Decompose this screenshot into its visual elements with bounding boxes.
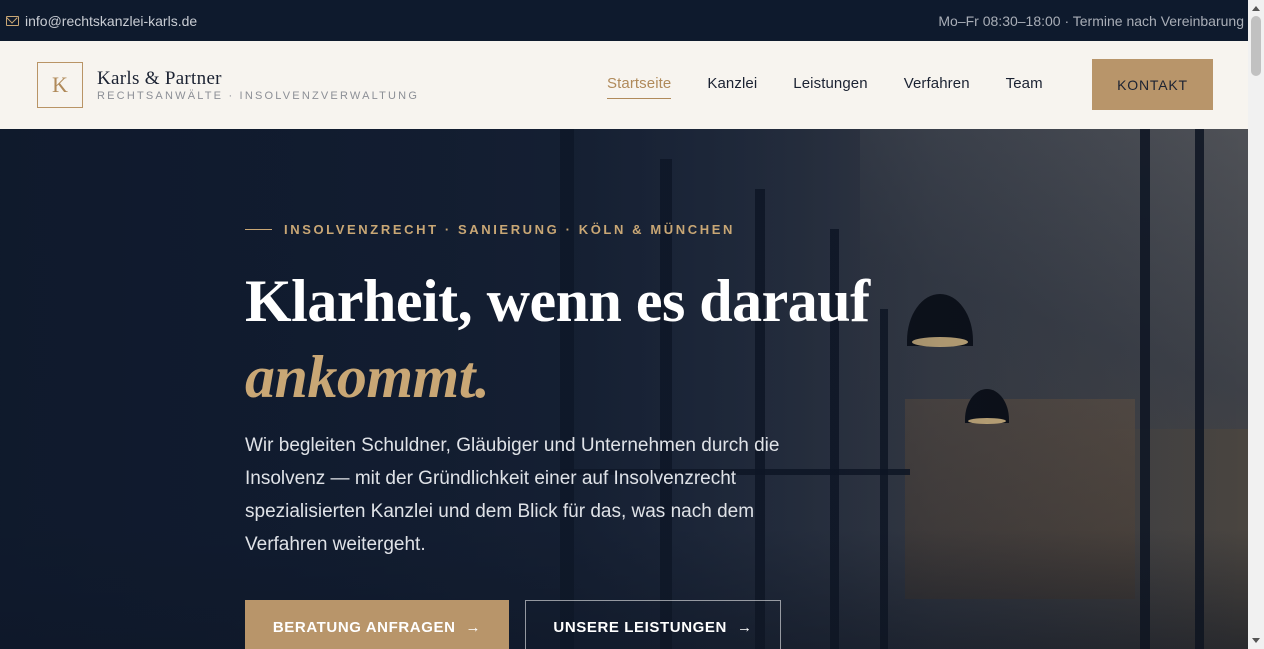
headline-accent: ankommt. — [245, 344, 490, 410]
hero-headline: Klarheit, wenn es darauf ankommt. — [245, 263, 870, 415]
nav-item-team[interactable]: Team — [1006, 75, 1043, 96]
logo-mark[interactable]: K — [37, 62, 83, 108]
firm-name[interactable]: Karls & Partner — [97, 68, 222, 90]
arrow-right-icon: → — [465, 618, 482, 636]
consultation-button-label: BERATUNG ANFRAGEN — [272, 618, 456, 636]
headline-main: Klarheit, wenn es darauf — [245, 268, 870, 334]
hero-section: INSOLVENZRECHT · SANIERUNG · KÖLN & MÜNC… — [0, 129, 1248, 649]
page-scrollbar[interactable] — [1248, 0, 1264, 649]
scroll-up-arrow-icon[interactable] — [1252, 6, 1260, 11]
services-button-label: UNSERE LEISTUNGEN — [553, 618, 727, 636]
eyebrow-text: INSOLVENZRECHT · SANIERUNG · KÖLN & MÜNC… — [284, 222, 735, 237]
office-hours: Mo–Fr 08:30–18:00 · Termine nach Vereinb… — [938, 12, 1244, 29]
firm-tagline: RECHTSANWÄLTE · INSOLVENZVERWALTUNG — [97, 90, 420, 102]
arrow-right-icon: → — [736, 618, 753, 636]
nav-item-verfahren[interactable]: Verfahren — [904, 75, 970, 96]
site-header: K Karls & Partner RECHTSANWÄLTE · INSOLV… — [0, 41, 1248, 129]
services-button[interactable]: UNSERE LEISTUNGEN → — [525, 600, 781, 649]
contact-button[interactable]: KONTAKT — [1092, 59, 1213, 110]
main-nav: Startseite Kanzlei Leistungen Verfahren … — [607, 41, 1079, 129]
mail-icon — [6, 15, 19, 26]
scrollbar-thumb[interactable] — [1251, 16, 1261, 76]
nav-item-kanzlei[interactable]: Kanzlei — [707, 75, 757, 96]
eyebrow-rule — [245, 229, 272, 230]
scroll-down-arrow-icon[interactable] — [1252, 638, 1260, 643]
nav-item-startseite[interactable]: Startseite — [607, 75, 672, 99]
hero-lead-text: Wir begleiten Schuldner, Gläubiger und U… — [245, 435, 780, 555]
hero-eyebrow: INSOLVENZRECHT · SANIERUNG · KÖLN & MÜNC… — [245, 222, 735, 237]
consultation-request-button[interactable]: BERATUNG ANFRAGEN → — [245, 600, 509, 649]
top-info-bar: info@rechtskanzlei-karls.de Mo–Fr 08:30–… — [0, 0, 1248, 41]
email-contact[interactable]: info@rechtskanzlei-karls.de — [6, 13, 197, 29]
nav-item-leistungen[interactable]: Leistungen — [793, 75, 867, 96]
email-link[interactable]: info@rechtskanzlei-karls.de — [25, 13, 197, 29]
